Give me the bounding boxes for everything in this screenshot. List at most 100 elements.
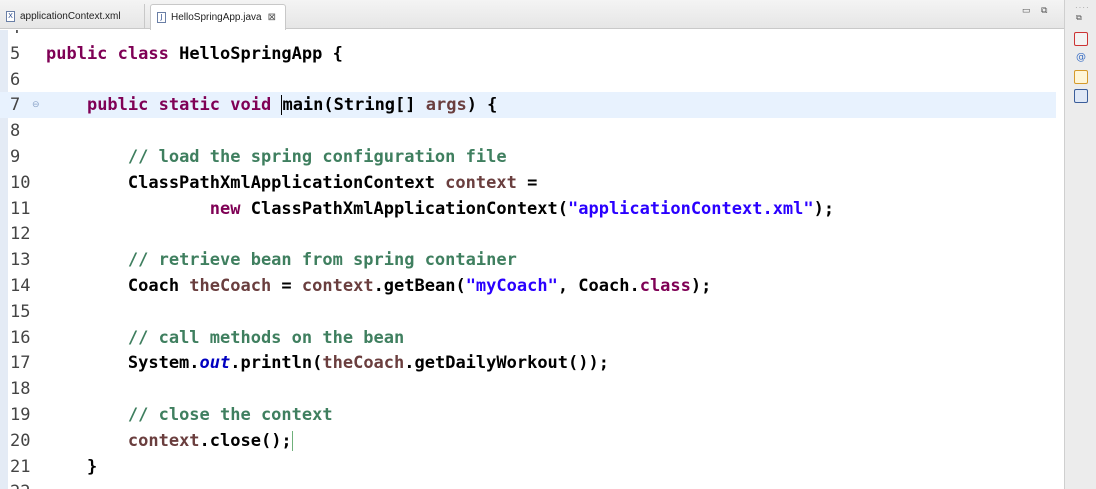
- javadoc-icon[interactable]: @: [1074, 51, 1088, 65]
- code-line[interactable]: 11 new ClassPathXmlApplicationContext("a…: [0, 196, 1056, 222]
- code-text: // close the context: [46, 402, 333, 428]
- line-number: 21: [10, 456, 31, 477]
- line-number: 4: [10, 30, 40, 41]
- code-token: System.: [46, 353, 200, 374]
- code-token: ClassPathXmlApplicationContext(: [250, 198, 568, 219]
- code-line[interactable]: 4: [0, 30, 1056, 41]
- code-line[interactable]: 21 }: [0, 454, 1056, 480]
- right-toolbar: ···· ⧉ @: [1064, 0, 1096, 489]
- tab-label: applicationContext.xml: [20, 11, 121, 22]
- code-text: // call methods on the bean: [46, 325, 404, 351]
- code-text: System.out.println(theCoach.getDailyWork…: [46, 350, 609, 376]
- code-token: // call methods on the bean: [127, 327, 405, 348]
- code-token: theCoach: [322, 353, 405, 374]
- code-line[interactable]: 7 ⊖ public static void main(String[] args…: [0, 92, 1056, 119]
- line-number: 12: [10, 224, 31, 245]
- code-text: ClassPathXmlApplicationContext context =: [46, 170, 537, 196]
- code-token: ClassPathXmlApplicationContext: [46, 172, 446, 193]
- code-line[interactable]: 8: [0, 118, 1056, 144]
- task-list-icon[interactable]: [1074, 32, 1088, 46]
- code-token: class: [639, 276, 691, 296]
- code-token: .println(: [230, 353, 323, 374]
- code-token: =: [516, 172, 538, 193]
- code-token: Coach: [46, 276, 190, 296]
- line-number: 5: [10, 43, 21, 64]
- code-token: );: [690, 276, 712, 296]
- maximize-icon[interactable]: ⧉: [1041, 5, 1047, 16]
- fold-toggle-icon[interactable]: ⊖: [32, 99, 40, 110]
- code-line[interactable]: 13 // retrieve bean from spring containe…: [0, 247, 1056, 273]
- code-token: );: [813, 198, 835, 219]
- line-number: 8: [10, 121, 21, 142]
- text-cursor: [291, 430, 293, 451]
- code-line[interactable]: 18: [0, 376, 1056, 402]
- code-line[interactable]: 20 context.close();: [0, 428, 1056, 454]
- code-line[interactable]: 6: [0, 67, 1056, 93]
- tab-hello-spring-app-java[interactable]: J HelloSpringApp.java ⊠: [150, 4, 286, 30]
- code-token: HelloSpringApp {: [179, 43, 343, 64]
- code-token: "applicationContext.xml": [568, 198, 814, 219]
- code-line[interactable]: 9 // load the spring configuration file: [0, 144, 1056, 170]
- code-token: context: [445, 172, 517, 193]
- line-number: 10: [10, 172, 31, 193]
- code-token: args: [425, 95, 467, 116]
- code-token: context: [301, 276, 374, 296]
- code-line[interactable]: 14 Coach theCoach = context.getBean("myC…: [0, 273, 1056, 299]
- code-token: static: [158, 95, 231, 116]
- code-token: // load the spring configuration file: [127, 147, 507, 167]
- minimize-icon[interactable]: ▭: [1022, 5, 1031, 16]
- code-token: ) {: [466, 95, 498, 116]
- toolbar-grip-icon: ····: [1075, 3, 1090, 12]
- code-line[interactable]: 12: [0, 221, 1056, 247]
- editor-tab-bar: X applicationContext.xml J HelloSpringAp…: [0, 0, 1064, 30]
- close-tab-icon[interactable]: ⊠: [268, 12, 276, 23]
- code-line[interactable]: 15: [0, 299, 1056, 325]
- code-line[interactable]: 5 public class HelloSpringApp {: [0, 41, 1056, 67]
- code-token: public: [86, 95, 159, 116]
- line-number: 15: [10, 301, 31, 322]
- tab-application-context-xml[interactable]: X applicationContext.xml: [0, 4, 145, 29]
- line-number: 14: [10, 276, 31, 296]
- code-line[interactable]: 16 // call methods on the bean: [0, 325, 1056, 351]
- line-number: 16: [10, 327, 31, 348]
- line-number: 13: [10, 250, 31, 271]
- restore-icon[interactable]: ⧉: [1076, 13, 1082, 23]
- code-token: new: [209, 198, 251, 219]
- code-token: .getBean(: [373, 276, 466, 296]
- code-text: Coach theCoach = context.getBean("myCoac…: [46, 273, 712, 299]
- java-file-icon: J: [157, 12, 166, 23]
- code-text: // load the spring configuration file: [46, 144, 507, 170]
- code-text: // retrieve bean from spring container: [46, 247, 517, 273]
- tab-label: HelloSpringApp.java: [171, 12, 262, 23]
- code-line[interactable]: 17 System.out.println(theCoach.getDailyW…: [0, 350, 1056, 376]
- code-token: class: [117, 43, 180, 64]
- xml-file-icon: X: [6, 11, 15, 22]
- declaration-icon[interactable]: [1074, 70, 1088, 84]
- code-text: public static void main(String[] args) {: [46, 92, 497, 118]
- code-text: }: [46, 454, 97, 480]
- console-icon[interactable]: [1074, 89, 1088, 103]
- code-line[interactable]: 10 ClassPathXmlApplicationContext contex…: [0, 170, 1056, 196]
- code-line[interactable]: 19 // close the context: [0, 402, 1056, 428]
- line-number: 6: [10, 69, 21, 90]
- code-token: .close();: [199, 430, 292, 451]
- line-number: 22: [10, 479, 40, 489]
- line-number: 11: [10, 198, 31, 219]
- code-token: , Coach.: [557, 276, 640, 296]
- code-token: out: [199, 353, 231, 374]
- java-editor[interactable]: 4 5 public class HelloSpringApp { 67⊖ publi…: [0, 30, 1064, 489]
- code-token: "myCoach": [465, 276, 558, 296]
- code-text: public class HelloSpringApp {: [46, 41, 343, 67]
- code-token: .getDailyWorkout());: [404, 353, 609, 374]
- line-number: 17: [10, 353, 31, 374]
- code-token: void: [230, 95, 282, 116]
- code-line[interactable]: 22: [0, 479, 1056, 489]
- code-token: main(String[]: [282, 95, 426, 116]
- line-number: 9: [10, 147, 21, 167]
